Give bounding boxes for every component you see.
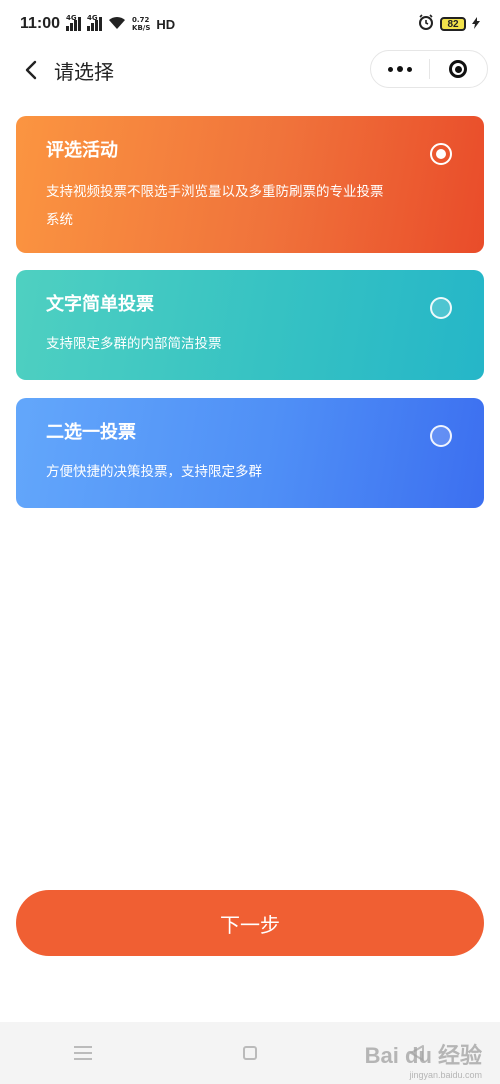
baidu-watermark: Bai du 经验 jingyan.baidu.com [364, 1038, 482, 1080]
status-left: 11:00 4G 4G 0.72 KB/S HD [20, 14, 176, 34]
signal-icon: 4G [87, 14, 103, 31]
menu-icon [74, 1046, 93, 1060]
option-description: 支持限定多群的内部简洁投票 [46, 336, 222, 352]
back-button[interactable] [12, 50, 52, 90]
more-button[interactable] [371, 51, 429, 87]
home-button[interactable] [230, 1033, 270, 1073]
radio-unselected[interactable] [430, 297, 452, 319]
option-title: 评选活动 [46, 140, 118, 161]
option-card-text-vote[interactable]: 文字简单投票 支持限定多群的内部简洁投票 [16, 270, 484, 380]
radio-selected[interactable] [430, 143, 452, 165]
page-title: 请选择 [54, 59, 114, 84]
back-arrow-icon [25, 60, 37, 80]
close-button[interactable] [430, 51, 488, 87]
signal-icon: 4G [66, 14, 82, 31]
sim1-label: 4G [66, 14, 77, 22]
status-bar: 11:00 4G 4G 0.72 KB/S HD 82 [0, 0, 500, 48]
option-card-review[interactable]: 评选活动 支持视频投票不限选手浏览量以及多重防刷票的专业投票系统 [16, 116, 484, 253]
option-title: 二选一投票 [46, 422, 136, 443]
close-target-icon [449, 60, 468, 78]
menu-button[interactable] [63, 1033, 103, 1073]
status-right: 82 [418, 14, 480, 34]
watermark-text: Bai du 经验 [364, 1043, 482, 1068]
radio-dot-icon [436, 149, 446, 159]
speed-value: 0.72 [132, 16, 150, 24]
network-speed: 0.72 KB/S [132, 16, 150, 32]
battery-icon: 82 [440, 17, 466, 31]
status-time: 11:00 [20, 15, 61, 32]
option-description: 方便快捷的决策投票，支持限定多群 [46, 464, 262, 480]
next-step-button[interactable]: 下一步 [16, 890, 484, 956]
wifi-icon [108, 15, 126, 34]
nav-bar: 请选择 [0, 48, 500, 92]
more-dots-icon [387, 66, 393, 72]
option-description: 支持视频投票不限选手浏览量以及多重防刷票的专业投票系统 [46, 184, 384, 228]
alarm-icon [418, 14, 434, 34]
mini-program-capsule [370, 50, 488, 88]
speed-unit: KB/S [132, 24, 151, 32]
home-icon [242, 1046, 257, 1060]
radio-unselected[interactable] [430, 425, 452, 447]
hd-label: HD [156, 16, 176, 32]
sim2-label: 4G [87, 14, 98, 22]
watermark-sub: jingyan.baidu.com [409, 1070, 482, 1080]
option-title: 文字简单投票 [46, 294, 154, 315]
charging-icon [472, 16, 480, 32]
option-card-binary-vote[interactable]: 二选一投票 方便快捷的决策投票，支持限定多群 [16, 398, 484, 508]
